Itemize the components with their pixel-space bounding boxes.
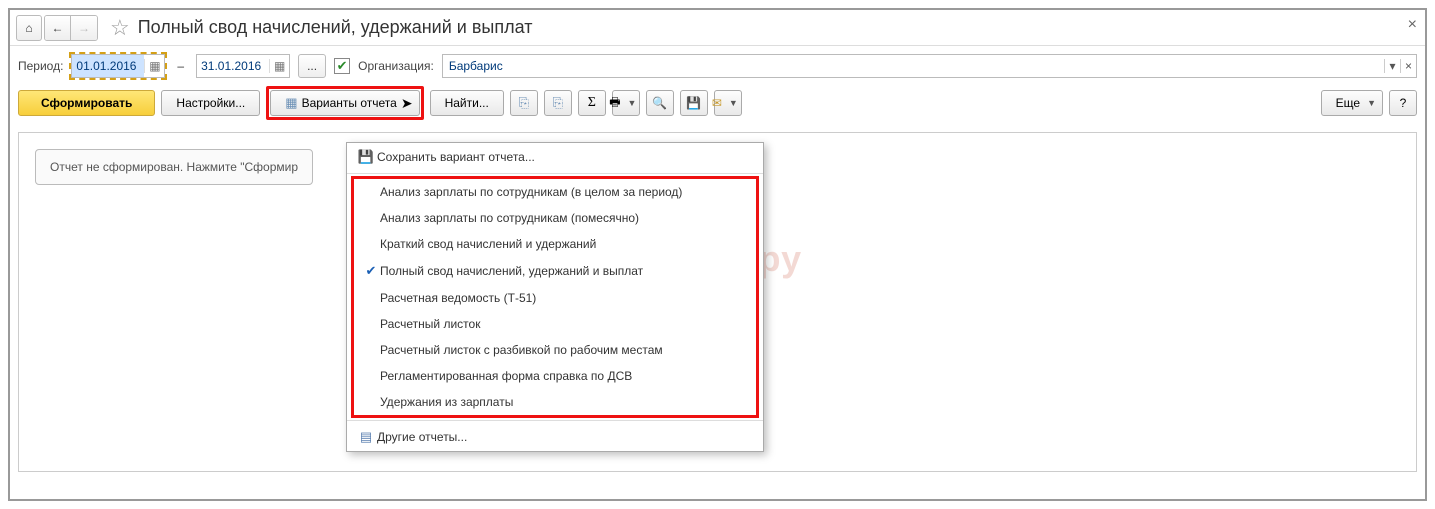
menu-item[interactable]: Краткий свод начислений и удержаний [354, 231, 756, 257]
caret-icon: ▼ [729, 98, 738, 108]
form-report-button[interactable]: Сформировать [18, 90, 155, 116]
menu-label: Расчетная ведомость (Т-51) [380, 291, 536, 305]
date-to-field[interactable]: ▦ [196, 54, 290, 78]
home-icon: ⌂ [25, 21, 32, 35]
org-checkbox[interactable]: ✔ [334, 58, 350, 74]
menu-item[interactable]: Регламентированная форма справка по ДСВ [354, 363, 756, 389]
caret-icon: ▼ [1367, 98, 1376, 108]
more-button[interactable]: Еще ▼ [1321, 90, 1383, 116]
expand-icon: ⎘ [519, 95, 529, 111]
calendar-icon[interactable]: ▦ [144, 59, 164, 73]
arrow-left-icon: ← [52, 21, 64, 35]
mail-icon: ✉ [712, 96, 722, 110]
menu-save-variant[interactable]: 💾 Сохранить вариант отчета... [347, 143, 763, 171]
variants-icon: ▦ [285, 95, 297, 111]
menu-item[interactable]: Расчетный листок с разбивкой по рабочим … [354, 337, 756, 363]
save-button[interactable]: 💾 [680, 90, 708, 116]
menu-label: Регламентированная форма справка по ДСВ [380, 369, 632, 383]
report-window: ⌂ ← → ☆ Полный свод начислений, удержани… [8, 8, 1427, 501]
home-button[interactable]: ⌂ [16, 15, 42, 41]
menu-item[interactable]: Анализ зарплаты по сотрудникам (помесячн… [354, 205, 756, 231]
org-label: Организация: [358, 59, 434, 73]
send-button[interactable]: ✉▼ [714, 90, 742, 116]
menu-label: Анализ зарплаты по сотрудникам (в целом … [380, 185, 682, 199]
preview-button[interactable]: 🔍 [646, 90, 674, 116]
date-from-input[interactable] [72, 55, 144, 77]
date-to-input[interactable] [197, 55, 269, 77]
period-select-button[interactable]: ... [298, 54, 326, 78]
variants-dropdown: 💾 Сохранить вариант отчета... Анализ зар… [346, 142, 764, 452]
print-button[interactable]: 🖶▼ [612, 90, 640, 116]
sum-button[interactable]: Σ [578, 90, 606, 116]
dropdown-icon[interactable]: ▾ [1384, 59, 1400, 73]
period-label: Период: [18, 59, 63, 73]
variants-highlight: ▦ Варианты отчета ➤ [266, 86, 423, 120]
clear-icon[interactable]: × [1400, 59, 1416, 73]
page-title: Полный свод начислений, удержаний и выпл… [138, 17, 533, 38]
filter-row: Период: ▦ – ▦ ... ✔ Организация: Барбари… [10, 46, 1425, 82]
date-from-field[interactable]: ▦ [71, 54, 165, 78]
menu-item[interactable]: Удержания из зарплаты [354, 389, 756, 415]
variants-label: Варианты отчета [302, 96, 397, 110]
settings-button[interactable]: Настройки... [161, 90, 260, 116]
menu-label: Сохранить вариант отчета... [377, 150, 535, 164]
toolbar: Сформировать Настройки... ▦ Варианты отч… [10, 82, 1425, 128]
menu-item-selected[interactable]: ✔ Полный свод начислений, удержаний и вы… [354, 257, 756, 285]
org-value: Барбарис [443, 59, 1384, 73]
menu-label: Полный свод начислений, удержаний и выпл… [380, 264, 643, 278]
save-icon: 💾 [686, 96, 701, 110]
menu-label: Краткий свод начислений и удержаний [380, 237, 596, 251]
cursor-icon: ➤ [401, 95, 413, 112]
menu-separator [347, 420, 763, 421]
collapse-icon: ⎘ [553, 95, 563, 111]
expand-icon-button[interactable]: ⎘ [510, 90, 538, 116]
collapse-icon-button[interactable]: ⎘ [544, 90, 572, 116]
back-button[interactable]: ← [45, 16, 71, 40]
variants-list-highlight: Анализ зарплаты по сотрудникам (в целом … [351, 176, 759, 418]
favorite-star-icon[interactable]: ☆ [110, 15, 130, 41]
forward-button[interactable]: → [71, 16, 97, 40]
menu-label: Анализ зарплаты по сотрудникам (помесячн… [380, 211, 639, 225]
menu-label: Удержания из зарплаты [380, 395, 513, 409]
menu-label: Другие отчеты... [377, 430, 467, 444]
date-dash: – [177, 59, 184, 73]
report-variants-button[interactable]: ▦ Варианты отчета ➤ [270, 90, 419, 116]
check-icon: ✔ [362, 263, 380, 279]
help-button[interactable]: ? [1389, 90, 1417, 116]
menu-label: Расчетный листок с разбивкой по рабочим … [380, 343, 663, 357]
arrow-right-icon: → [78, 21, 90, 35]
report-icon: ▤ [355, 429, 377, 445]
menu-label: Расчетный листок [380, 317, 480, 331]
close-button[interactable]: × [1408, 16, 1417, 34]
save-icon: 💾 [355, 149, 377, 165]
preview-icon: 🔍 [652, 96, 667, 110]
nav-group: ← → [44, 15, 98, 41]
sigma-icon: Σ [588, 95, 596, 111]
org-select[interactable]: Барбарис ▾ × [442, 54, 1417, 78]
print-icon: 🖶 [609, 93, 620, 114]
caret-icon: ▼ [628, 98, 637, 108]
menu-item[interactable]: Расчетная ведомость (Т-51) [354, 285, 756, 311]
right-tools: Еще ▼ ? [1321, 90, 1417, 116]
calendar-icon[interactable]: ▦ [269, 59, 289, 73]
titlebar: ⌂ ← → ☆ Полный свод начислений, удержани… [10, 10, 1425, 46]
menu-item[interactable]: Расчетный листок [354, 311, 756, 337]
more-label: Еще [1336, 96, 1360, 110]
info-message: Отчет не сформирован. Нажмите "Сформир [35, 149, 313, 185]
find-button[interactable]: Найти... [430, 90, 504, 116]
menu-separator [347, 173, 763, 174]
menu-other-reports[interactable]: ▤ Другие отчеты... [347, 423, 763, 451]
menu-item[interactable]: Анализ зарплаты по сотрудникам (в целом … [354, 179, 756, 205]
